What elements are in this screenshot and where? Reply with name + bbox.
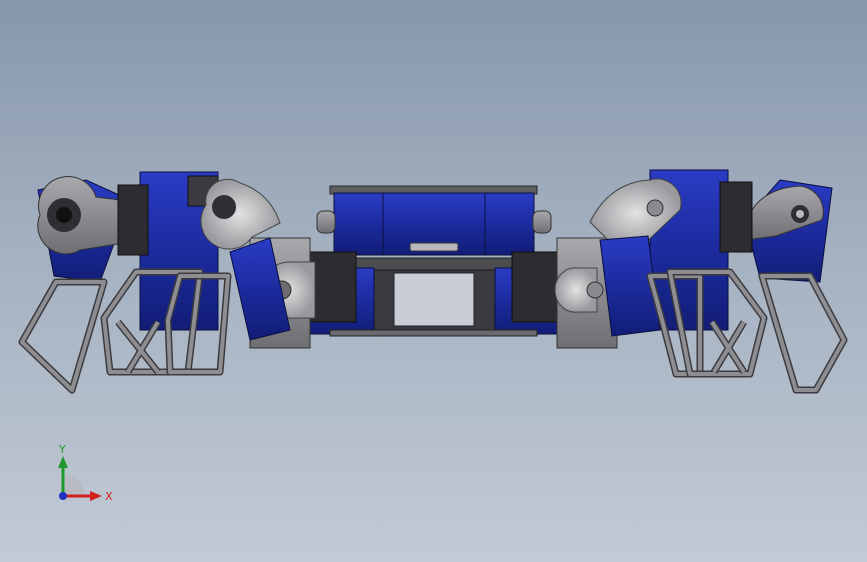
cad-viewport[interactable]: Y X bbox=[0, 0, 867, 562]
z-axis-dot-icon bbox=[59, 492, 67, 500]
right-leg-assembly[interactable] bbox=[589, 169, 848, 394]
y-axis-arrow-icon bbox=[58, 456, 68, 468]
x-axis-arrow-icon bbox=[90, 491, 102, 501]
triad-plane bbox=[63, 474, 85, 496]
x-axis-label: X bbox=[105, 490, 113, 503]
y-axis-label: Y bbox=[58, 443, 66, 456]
left-leg-assembly[interactable] bbox=[18, 171, 291, 394]
center-body[interactable] bbox=[249, 185, 618, 349]
robot-assembly-model[interactable] bbox=[0, 0, 867, 562]
view-orientation-triad: Y X bbox=[58, 443, 113, 503]
